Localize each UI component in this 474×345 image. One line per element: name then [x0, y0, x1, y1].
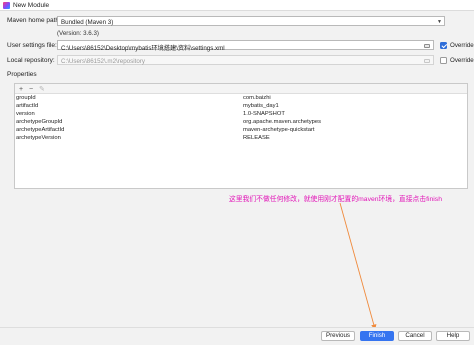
local-repo-label: Local repository:: [7, 57, 55, 64]
previous-button[interactable]: Previous: [321, 331, 355, 341]
user-settings-value: C:\Users\86152\Desktop\mybatis环境搭建\资料\se…: [61, 44, 225, 52]
user-settings-override-checkbox[interactable]: [440, 41, 447, 49]
property-value: mybatis_day1: [243, 102, 279, 109]
property-key: archetypeArtifactId: [16, 126, 65, 133]
maven-home-select[interactable]: Bundled (Maven 3) ▼: [57, 16, 445, 26]
property-value: RELEASE: [243, 134, 270, 141]
help-button[interactable]: Help: [436, 331, 470, 341]
property-value: 1.0-SNAPSHOT: [243, 110, 285, 117]
table-row[interactable]: groupId com.baizhi: [15, 94, 467, 102]
properties-toolbar: + − ✎: [15, 84, 467, 94]
table-row[interactable]: archetypeArtifactId maven-archetype-quic…: [15, 126, 467, 134]
annotation-text: 这里我们不做任何修改，就使用刚才配置的maven环境，直接点击finish: [229, 196, 442, 203]
window-title: New Module: [13, 2, 50, 9]
window-titlebar: New Module: [0, 0, 474, 11]
user-settings-input[interactable]: C:\Users\86152\Desktop\mybatis环境搭建\资料\se…: [57, 40, 434, 52]
property-key: version: [16, 110, 35, 117]
annotation-arrow-line: [339, 202, 377, 330]
intellij-logo-icon: [3, 2, 10, 9]
user-settings-label: User settings file:: [7, 42, 57, 49]
property-key: archetypeVersion: [16, 134, 61, 141]
folder-browse-icon[interactable]: [424, 43, 430, 48]
local-repo-override-checkbox[interactable]: [440, 56, 447, 64]
property-key: groupId: [16, 94, 36, 101]
local-repo-value: C:\Users\86152\.m2\repository: [61, 57, 145, 65]
property-value: com.baizhi: [243, 94, 271, 101]
add-icon[interactable]: +: [19, 85, 23, 94]
property-key: archetypeGroupId: [16, 118, 63, 125]
maven-home-label: Maven home path:: [7, 17, 61, 24]
maven-home-value: Bundled (Maven 3): [61, 18, 114, 26]
maven-version-note: (Version: 3.6.3): [57, 30, 99, 37]
cancel-button[interactable]: Cancel: [398, 331, 432, 341]
table-row[interactable]: version 1.0-SNAPSHOT: [15, 110, 467, 118]
user-settings-override-label: Override: [450, 42, 474, 49]
finish-button[interactable]: Finish: [360, 331, 394, 341]
property-key: artifactId: [16, 102, 39, 109]
table-row[interactable]: artifactId mybatis_day1: [15, 102, 467, 110]
chevron-down-icon[interactable]: ▼: [437, 19, 442, 25]
local-repo-input: C:\Users\86152\.m2\repository: [57, 55, 434, 65]
folder-browse-icon: [424, 58, 430, 63]
properties-header: Properties: [7, 71, 37, 78]
table-row[interactable]: archetypeGroupId org.apache.maven.archet…: [15, 118, 467, 126]
remove-icon[interactable]: −: [29, 85, 33, 94]
property-value: maven-archetype-quickstart: [243, 126, 315, 133]
local-repo-override-label: Override: [450, 57, 474, 64]
table-row[interactable]: archetypeVersion RELEASE: [15, 134, 467, 142]
properties-table: + − ✎ groupId com.baizhi artifactId myba…: [14, 83, 468, 189]
property-value: org.apache.maven.archetypes: [243, 118, 321, 125]
edit-icon[interactable]: ✎: [39, 85, 45, 94]
